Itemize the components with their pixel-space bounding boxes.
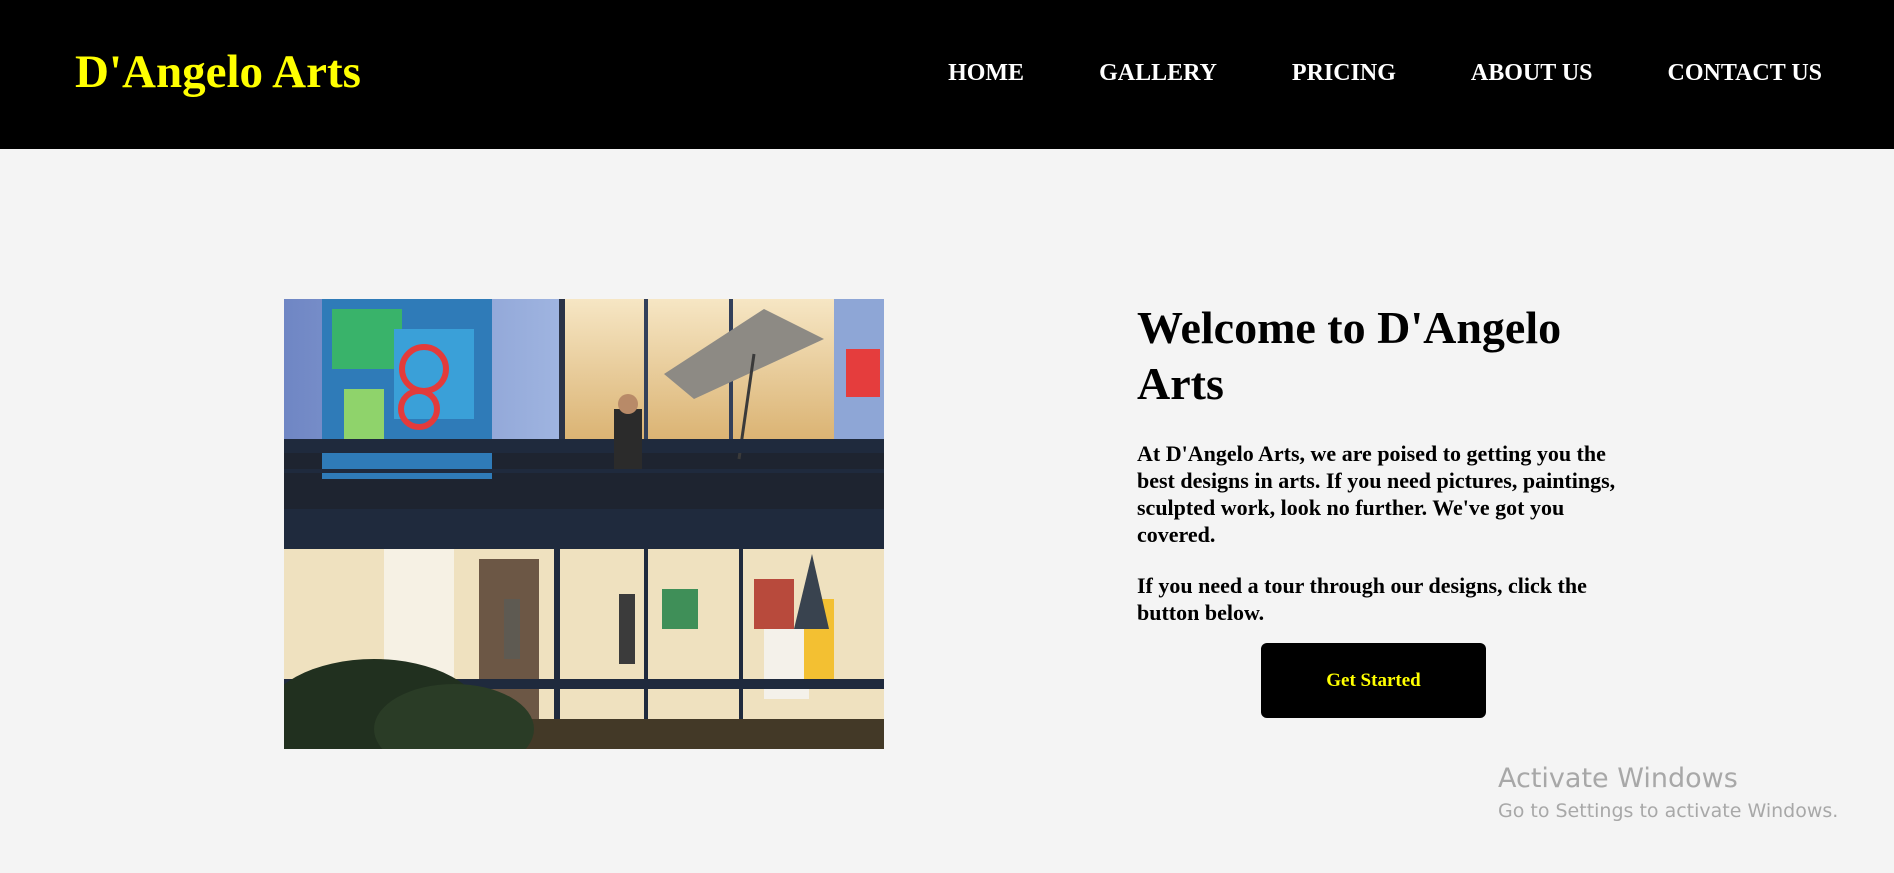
tour-paragraph: If you need a tour through our designs, … bbox=[1137, 573, 1587, 625]
windows-activation-watermark: Activate Windows Go to Settings to activ… bbox=[1498, 762, 1838, 826]
nav-home[interactable]: HOME bbox=[948, 60, 1024, 87]
nav-gallery[interactable]: GALLERY bbox=[1099, 60, 1217, 87]
watermark-subtitle: Go to Settings to activate Windows. bbox=[1498, 800, 1839, 822]
page-title: Welcome to D'Angelo Arts bbox=[1137, 302, 1562, 409]
nav-contact-us[interactable]: CONTACT US bbox=[1668, 60, 1822, 87]
top-navigation-bar: D'Angelo Arts HOME GALLERY PRICING ABOUT… bbox=[0, 0, 1894, 149]
watermark-title: Activate Windows bbox=[1498, 763, 1738, 794]
nav-pricing[interactable]: PRICING bbox=[1292, 60, 1396, 87]
main-nav: HOME GALLERY PRICING ABOUT US CONTACT US bbox=[948, 60, 1822, 87]
intro-paragraph: At D'Angelo Arts, we are poised to getti… bbox=[1137, 441, 1616, 547]
hero-image bbox=[284, 299, 884, 749]
nav-about-us[interactable]: ABOUT US bbox=[1471, 60, 1593, 87]
get-started-button[interactable]: Get Started bbox=[1261, 643, 1486, 718]
welcome-section: Welcome to D'Angelo Arts At D'Angelo Art… bbox=[1137, 300, 1617, 626]
gallery-photo-illustration bbox=[284, 299, 884, 749]
brand-logo[interactable]: D'Angelo Arts bbox=[75, 45, 361, 99]
